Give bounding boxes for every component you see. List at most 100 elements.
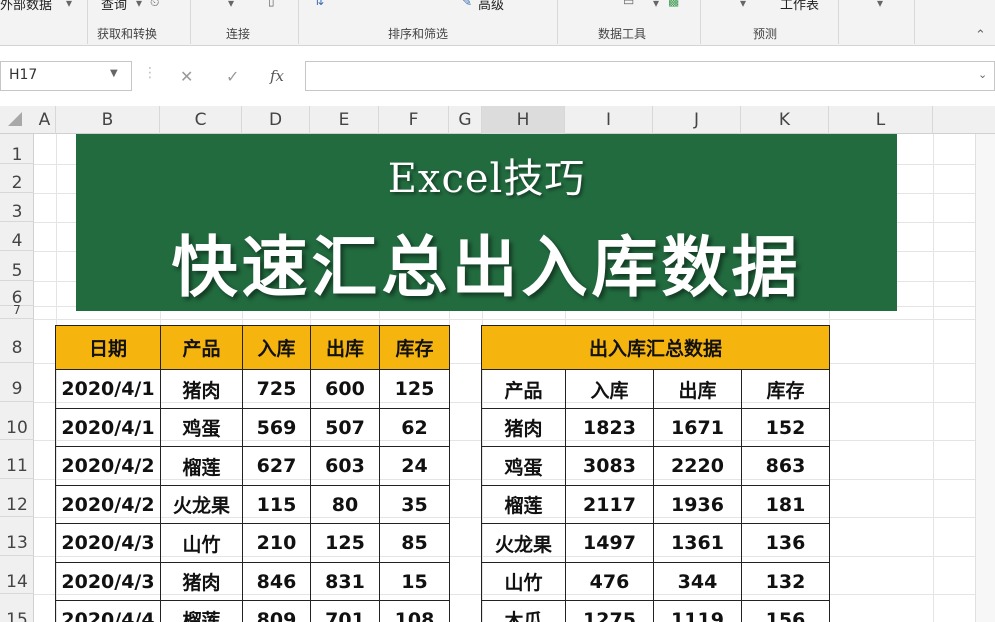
row-header-7[interactable]: 7	[0, 304, 34, 319]
column-header-c[interactable]: C	[160, 106, 242, 134]
cell-stock[interactable]: 85	[379, 523, 450, 563]
column-header-i[interactable]: I	[565, 106, 653, 134]
cell-product[interactable]: 木瓜	[481, 600, 566, 622]
enter-icon[interactable]: ✓	[226, 67, 239, 86]
cell-in[interactable]: 115	[242, 485, 311, 524]
row-header-11[interactable]: 11	[0, 440, 34, 479]
header-cell-date[interactable]: 日期	[55, 325, 161, 370]
ribbon-query-button[interactable]: 查询	[101, 0, 127, 13]
cell-product[interactable]: 鸡蛋	[160, 408, 243, 447]
cell-stock[interactable]: 125	[379, 369, 450, 409]
cell-date[interactable]: 2020/4/1	[55, 408, 161, 447]
column-header-g[interactable]: G	[449, 106, 482, 134]
header-cell-stock[interactable]: 库存	[379, 325, 450, 370]
chevron-down-icon[interactable]: ▾	[136, 0, 142, 10]
chevron-down-icon[interactable]: ▾	[877, 0, 883, 10]
cell-in[interactable]: 725	[242, 369, 311, 409]
cell-stock[interactable]: 863	[741, 446, 830, 486]
clock-icon[interactable]: ⏲	[150, 0, 159, 10]
ribbon-external-data-button[interactable]: 外部数据	[0, 0, 52, 13]
cell-product[interactable]: 榴莲	[160, 600, 243, 622]
cell-in[interactable]: 1823	[565, 408, 654, 447]
chevron-down-icon[interactable]: ▼	[110, 68, 118, 79]
document-icon[interactable]: ▯	[268, 0, 275, 8]
row-header-5[interactable]: 5	[0, 251, 34, 281]
row-header-15[interactable]: 15	[0, 594, 34, 622]
cell-stock[interactable]: 136	[741, 523, 830, 563]
cell-date[interactable]: 2020/4/2	[55, 485, 161, 524]
cell-out[interactable]: 1671	[653, 408, 742, 447]
column-header-h[interactable]: H	[482, 106, 565, 134]
cell-in[interactable]: 1275	[565, 600, 654, 622]
header-cell-in[interactable]: 入库	[242, 325, 311, 370]
cell-in[interactable]: 3083	[565, 446, 654, 486]
ribbon-advanced-button[interactable]: 高级	[478, 0, 504, 13]
collapse-ribbon-icon[interactable]: ⌃	[975, 28, 986, 43]
cell-product[interactable]: 猪肉	[481, 408, 566, 447]
chevron-down-icon[interactable]: ▾	[66, 0, 72, 10]
cell-out[interactable]: 701	[310, 600, 380, 622]
cell-product[interactable]: 榴莲	[160, 446, 243, 486]
cell-stock[interactable]: 62	[379, 408, 450, 447]
ribbon-worksheet-button[interactable]: 工作表	[780, 0, 819, 13]
spreadsheet-grid[interactable]: A B C D E F G H I J K L 1 2 3 4 5 6 7 8 …	[0, 106, 995, 622]
cell-out[interactable]: 1361	[653, 523, 742, 563]
cell-date[interactable]: 2020/4/3	[55, 562, 161, 601]
header-cell-out[interactable]: 出库	[310, 325, 380, 370]
cell-product[interactable]: 火龙果	[160, 485, 243, 524]
cell-in[interactable]: 2117	[565, 485, 654, 524]
cell-out[interactable]: 344	[653, 562, 742, 601]
cell-out[interactable]: 507	[310, 408, 380, 447]
cell-in[interactable]: 210	[242, 523, 311, 563]
cell-date[interactable]: 2020/4/3	[55, 523, 161, 563]
cell-in[interactable]: 1497	[565, 523, 654, 563]
sort-icon[interactable]: ⇅	[314, 0, 324, 8]
header-cell-product[interactable]: 产品	[160, 325, 243, 370]
cell-product[interactable]: 鸡蛋	[481, 446, 566, 486]
cell-out[interactable]: 831	[310, 562, 380, 601]
column-header-b[interactable]: B	[56, 106, 160, 134]
column-header-l[interactable]: L	[829, 106, 933, 134]
chevron-down-icon[interactable]: ▾	[653, 0, 659, 10]
cell-out[interactable]: 1119	[653, 600, 742, 622]
cell-stock[interactable]: 35	[379, 485, 450, 524]
row-header-1[interactable]: 1	[0, 134, 34, 165]
vertical-scrollbar[interactable]	[975, 134, 995, 622]
cell-date[interactable]: 2020/4/1	[55, 369, 161, 409]
cancel-icon[interactable]: ✕	[180, 67, 193, 86]
cell-in[interactable]: 846	[242, 562, 311, 601]
select-all-corner-icon[interactable]	[8, 112, 22, 126]
cell-out[interactable]: 80	[310, 485, 380, 524]
header-cell-in[interactable]: 入库	[565, 369, 654, 409]
row-header-3[interactable]: 3	[0, 193, 34, 222]
column-header-j[interactable]: J	[653, 106, 741, 134]
cell-stock[interactable]: 152	[741, 408, 830, 447]
cell-out[interactable]: 603	[310, 446, 380, 486]
cell-date[interactable]: 2020/4/2	[55, 446, 161, 486]
header-cell-product[interactable]: 产品	[481, 369, 566, 409]
cell-out[interactable]: 600	[310, 369, 380, 409]
formula-input[interactable]	[305, 61, 995, 91]
row-header-8[interactable]: 8	[0, 319, 34, 363]
cell-stock[interactable]: 132	[741, 562, 830, 601]
data-validation-icon[interactable]: ▭	[623, 0, 634, 8]
cell-out[interactable]: 2220	[653, 446, 742, 486]
cell-out[interactable]: 125	[310, 523, 380, 563]
column-header-a[interactable]: A	[34, 106, 56, 134]
row-header-9[interactable]: 9	[0, 363, 34, 402]
cell-stock[interactable]: 15	[379, 562, 450, 601]
cell-stock[interactable]: 181	[741, 485, 830, 524]
cell-date[interactable]: 2020/4/4	[55, 600, 161, 622]
chevron-down-icon[interactable]: ▾	[228, 0, 234, 10]
cell-product[interactable]: 猪肉	[160, 369, 243, 409]
cell-product[interactable]: 山竹	[481, 562, 566, 601]
header-cell-out[interactable]: 出库	[653, 369, 742, 409]
cell-out[interactable]: 1936	[653, 485, 742, 524]
expand-formula-icon[interactable]: ⌄	[978, 68, 987, 81]
data-model-icon[interactable]: ▩	[668, 0, 679, 8]
cell-in[interactable]: 476	[565, 562, 654, 601]
chevron-down-icon[interactable]: ▾	[740, 0, 746, 10]
column-header-f[interactable]: F	[379, 106, 449, 134]
cell-stock[interactable]: 156	[741, 600, 830, 622]
advanced-filter-icon[interactable]: ✎	[462, 0, 472, 9]
